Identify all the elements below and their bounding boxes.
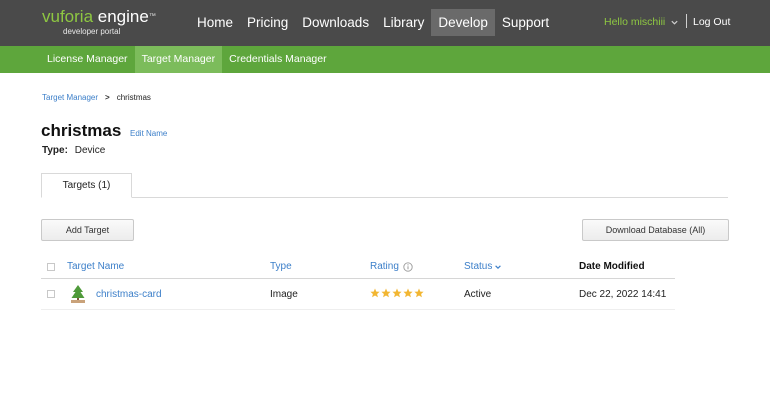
target-status: Active <box>464 289 492 300</box>
column-header-target-name[interactable]: Target Name <box>67 261 124 272</box>
info-icon[interactable] <box>403 261 413 272</box>
breadcrumb-current: christmas <box>116 93 151 102</box>
column-header-date-modified[interactable]: Date Modified <box>579 261 645 272</box>
nav-develop[interactable]: Develop <box>431 9 495 36</box>
chevron-down-icon <box>671 20 678 25</box>
user-greeting: Hello mischiii <box>604 16 666 28</box>
breadcrumb: Target Manager > christmas <box>42 93 151 102</box>
vuforia-logo[interactable]: vuforia engine™ developer portal <box>42 8 156 38</box>
type-label: Type: <box>42 145 68 156</box>
add-target-button[interactable]: Add Target <box>41 219 134 241</box>
rating-header-label: Rating <box>370 261 399 272</box>
nav-library[interactable]: Library <box>376 9 431 36</box>
database-type: Type: Device <box>42 145 105 156</box>
breadcrumb-separator: > <box>105 93 110 102</box>
subnav-license-manager[interactable]: License Manager <box>40 46 135 73</box>
top-header: vuforia engine™ developer portal Home Pr… <box>0 0 770 46</box>
user-menu[interactable]: Hello mischiii <box>604 16 679 28</box>
header-divider <box>686 14 687 28</box>
nav-support[interactable]: Support <box>495 9 556 36</box>
nav-pricing[interactable]: Pricing <box>240 9 295 36</box>
status-header-label: Status <box>464 261 493 272</box>
star-icon <box>381 288 391 298</box>
star-icon <box>370 288 380 298</box>
star-icon <box>414 288 424 298</box>
sort-down-icon <box>495 264 502 269</box>
logo-brand-text: vuforia <box>42 7 94 26</box>
logo-subtitle: developer portal <box>63 27 121 36</box>
type-value: Device <box>74 145 106 156</box>
subnav-target-manager[interactable]: Target Manager <box>134 46 223 73</box>
column-header-type[interactable]: Type <box>270 261 292 272</box>
main-nav: Home Pricing Downloads Library Develop S… <box>190 9 556 36</box>
tab-targets[interactable]: Targets (1) <box>41 173 132 198</box>
star-icon <box>392 288 402 298</box>
column-header-status[interactable]: Status <box>464 261 502 272</box>
sub-nav: License Manager Target Manager Credentia… <box>0 46 770 73</box>
select-all-checkbox[interactable] <box>47 263 55 271</box>
target-name-link[interactable]: christmas-card <box>96 289 162 300</box>
target-thumbnail <box>71 285 85 303</box>
table-header-divider <box>41 278 675 279</box>
logo-wordmark: vuforia engine™ <box>42 8 156 26</box>
trademark-symbol: ™ <box>148 13 156 20</box>
rating-stars <box>370 288 424 298</box>
logout-link[interactable]: Log Out <box>693 16 730 28</box>
breadcrumb-target-manager[interactable]: Target Manager <box>42 93 98 102</box>
nav-downloads[interactable]: Downloads <box>295 9 376 36</box>
table-row-divider <box>41 309 675 310</box>
tabs-divider <box>41 197 728 198</box>
nav-home[interactable]: Home <box>190 9 240 36</box>
download-database-button[interactable]: Download Database (All) <box>582 219 729 241</box>
logo-product-text: engine <box>97 7 149 26</box>
target-date-modified: Dec 22, 2022 14:41 <box>579 289 667 300</box>
target-type: Image <box>270 289 298 300</box>
page-title: christmas <box>41 121 122 140</box>
column-header-rating[interactable]: Rating <box>370 261 413 272</box>
subnav-credentials-manager[interactable]: Credentials Manager <box>222 46 333 73</box>
edit-name-link[interactable]: Edit Name <box>130 129 167 138</box>
star-icon <box>403 288 413 298</box>
row-checkbox[interactable] <box>47 290 55 298</box>
